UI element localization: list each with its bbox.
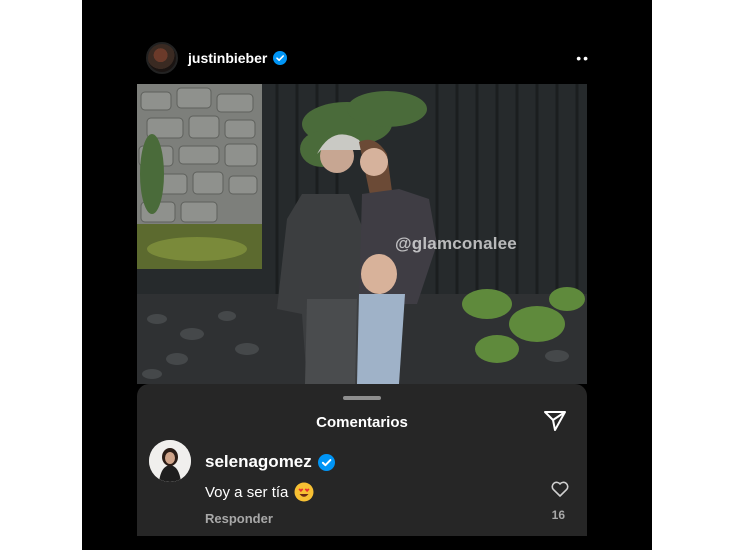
author-avatar[interactable] [146,42,178,74]
comment-text: Voy a ser tía [205,482,314,502]
verified-badge-icon [317,453,335,471]
more-options-icon[interactable]: •• [576,50,590,66]
instagram-post-screen: justinbieber •• @glamconalee Comentarios… [82,0,652,550]
sheet-title: Comentarios [316,414,408,431]
comment-author: selenagomez [205,452,335,472]
commenter-username[interactable]: selenagomez [205,452,312,472]
heart-eyes-emoji-icon [294,482,314,502]
paper-plane-icon[interactable] [543,410,567,437]
heart-icon[interactable] [551,481,569,502]
sheet-drag-handle[interactable] [343,396,381,400]
watermark: @glamconalee [395,234,517,253]
comment-body: Voy a ser tía [205,483,289,501]
post-header: justinbieber [146,40,288,76]
verified-badge-icon [273,51,288,65]
author-username[interactable]: justinbieber [188,50,267,66]
reply-button[interactable]: Responder [205,511,273,526]
commenter-avatar[interactable] [149,440,191,482]
comments-sheet: Comentarios selenagomez Voy a ser tía Re… [137,384,587,536]
post-photo[interactable]: @glamconalee [137,84,587,384]
like-count: 16 [551,508,565,522]
